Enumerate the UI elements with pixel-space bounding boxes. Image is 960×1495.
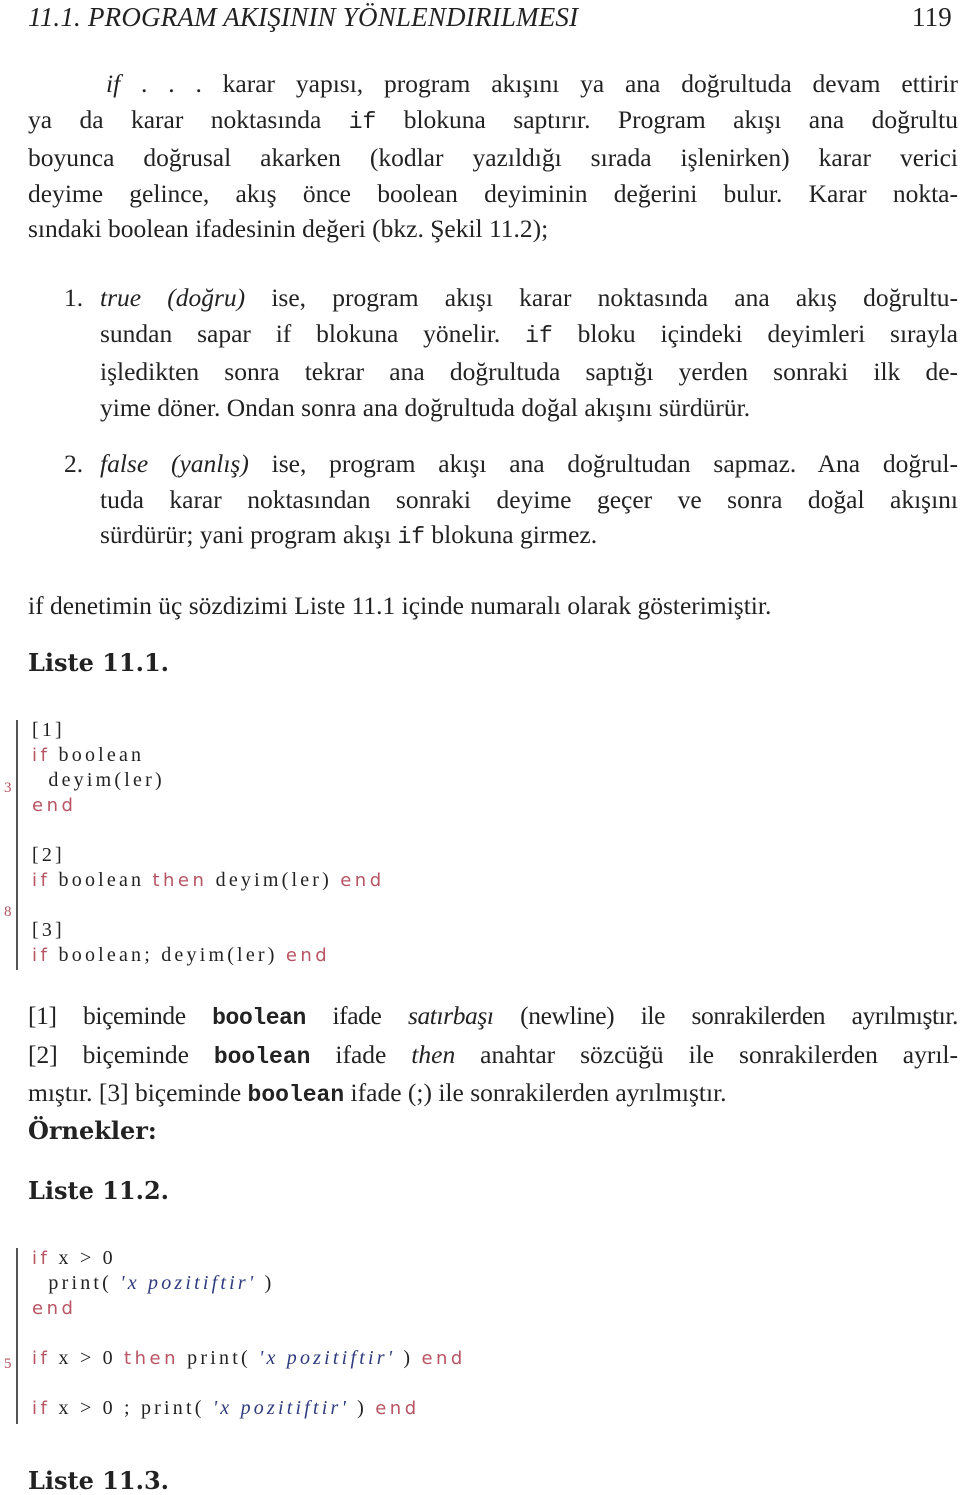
keyword-end: end xyxy=(32,795,77,816)
keyword-then: then xyxy=(152,870,208,891)
line-number: 8 xyxy=(4,904,12,920)
false-term: false (yanlış) xyxy=(100,449,249,478)
line-number: 3 xyxy=(4,780,12,796)
code-line: if boolean xyxy=(32,744,145,766)
examples-heading: Örnekler: xyxy=(28,1116,157,1145)
code-line: if x > 0 xyxy=(32,1247,116,1269)
keyword-if: if xyxy=(32,945,51,966)
code-line: deyim(ler) xyxy=(32,769,165,791)
intro-paragraph: if . . . karar yapısı, program akışını y… xyxy=(28,69,958,243)
inline-code: boolean xyxy=(247,1082,345,1108)
string-literal: 'x pozitiftir' xyxy=(212,1397,349,1419)
inline-code: boolean xyxy=(212,1005,306,1031)
enum-item-1: 1. true (doğru) ise, program akışı karar… xyxy=(64,280,958,425)
inline-code: if xyxy=(348,108,377,135)
keyword-end: end xyxy=(421,1348,466,1369)
code-line: end xyxy=(32,793,76,818)
code-listing-11-1: 3 8 [1] if boolean deyim(ler) end [2] if… xyxy=(0,718,960,972)
syntax-intro: if denetimin üç sözdizimi Liste 11.1 içi… xyxy=(28,591,772,620)
enum-item-2: 2. false (yanlış) ise, program akışı ana… xyxy=(64,446,958,556)
keyword-end: end xyxy=(32,1298,77,1319)
true-term: true (doğru) xyxy=(100,283,246,312)
explanation-paragraph: [1] biçeminde boolean ifade satırbaşı (n… xyxy=(28,1001,958,1108)
keyword-if: if xyxy=(32,1248,51,1269)
inline-code: boolean xyxy=(213,1043,311,1070)
code-line: [1] xyxy=(32,719,65,741)
code-listing-11-2: 5 if x > 0 print( 'x pozitiftir' ) end i… xyxy=(0,1246,960,1426)
enum-number: 1. xyxy=(64,283,84,312)
listing-11-1-title: Liste 11.1. xyxy=(28,648,170,677)
enum-number: 2. xyxy=(64,449,84,478)
code-line: [3] xyxy=(32,919,65,941)
keyword-if: if xyxy=(32,1348,51,1369)
code-line: if x > 0 ; print( 'x pozitiftir' ) end xyxy=(32,1397,420,1419)
keyword-end: end xyxy=(375,1398,420,1419)
keyword-if: if xyxy=(32,870,51,891)
keyword-if: if xyxy=(32,1398,51,1419)
if-term: if xyxy=(106,69,121,98)
keyword-end: end xyxy=(285,945,331,966)
inline-code: if xyxy=(397,524,426,550)
listing-rule xyxy=(16,1248,18,1424)
page-header: 11.1. PROGRAM AKIŞININ YÖNLENDIRILMESI 1… xyxy=(28,2,952,36)
page-number: 119 xyxy=(911,2,952,32)
keyword-end: end xyxy=(340,870,385,891)
code-line: if boolean; deyim(ler) end xyxy=(32,944,331,966)
string-literal: 'x pozitiftir' xyxy=(120,1272,257,1294)
listing-11-3-title: Liste 11.3. xyxy=(28,1466,170,1495)
keyword-then: then xyxy=(124,1348,179,1369)
code-line: if boolean then deyim(ler) end xyxy=(32,869,385,891)
inline-code: if xyxy=(525,322,553,349)
string-literal: 'x pozitiftir' xyxy=(259,1347,396,1369)
section-title: 11.1. PROGRAM AKIŞININ YÖNLENDIRILMESI xyxy=(28,2,579,32)
code-line: end xyxy=(32,1296,76,1321)
listing-11-2-title: Liste 11.2. xyxy=(28,1176,170,1205)
code-line: [2] xyxy=(32,844,65,866)
keyword-if: if xyxy=(32,745,51,766)
listing-rule xyxy=(16,720,18,970)
line-number: 5 xyxy=(4,1356,12,1372)
code-line: if x > 0 then print( 'x pozitiftir' ) en… xyxy=(32,1347,466,1369)
code-line: print( 'x pozitiftir' ) xyxy=(32,1272,275,1294)
